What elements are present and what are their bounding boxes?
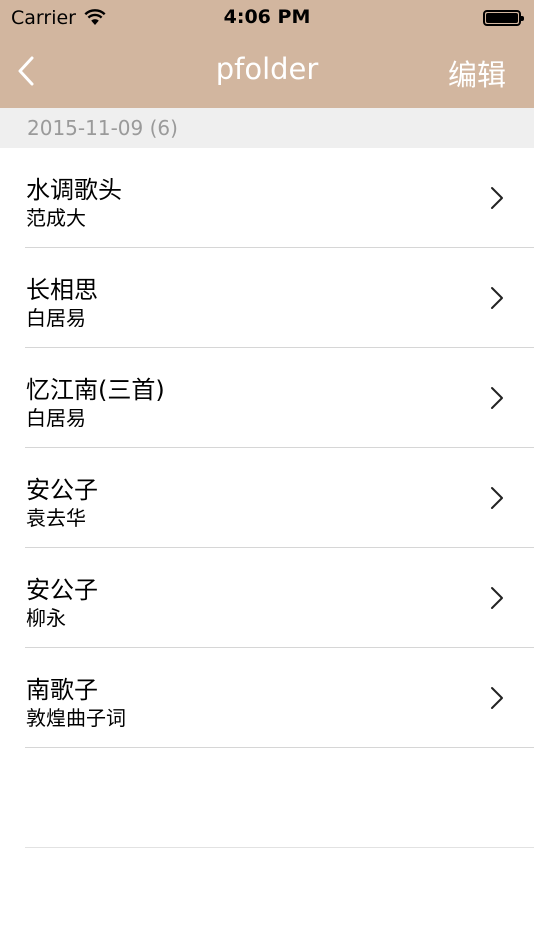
edit-button[interactable]: 编辑	[448, 52, 506, 94]
section-header: 2015-11-09 (6)	[0, 108, 534, 148]
item-title: 水调歌头	[26, 176, 122, 204]
list-item[interactable]: 安公子 柳永	[25, 548, 534, 648]
item-author: 白居易	[26, 306, 86, 330]
chevron-right-icon	[491, 287, 503, 309]
poem-list: 水调歌头 范成大 长相思 白居易 忆江南(三首) 白居易 安公子 袁去华 安公子…	[0, 148, 534, 748]
chevron-right-icon	[491, 387, 503, 409]
status-bar: Carrier 4:06 PM	[0, 0, 534, 38]
list-item[interactable]: 安公子 袁去华	[25, 448, 534, 548]
list-item[interactable]: 长相思 白居易	[25, 248, 534, 348]
item-title: 长相思	[26, 276, 98, 304]
item-title: 安公子	[26, 476, 98, 504]
item-title: 南歌子	[26, 676, 98, 704]
chevron-right-icon	[491, 687, 503, 709]
chevron-right-icon	[491, 187, 503, 209]
item-author: 袁去华	[26, 506, 86, 530]
list-item[interactable]: 忆江南(三首) 白居易	[25, 348, 534, 448]
item-author: 白居易	[26, 406, 86, 430]
item-title: 安公子	[26, 576, 98, 604]
list-item[interactable]: 南歌子 敦煌曲子词	[25, 648, 534, 748]
chevron-right-icon	[491, 587, 503, 609]
item-author: 柳永	[26, 606, 66, 630]
list-item[interactable]: 水调歌头 范成大	[25, 148, 534, 248]
battery-icon	[483, 10, 524, 26]
item-author: 敦煌曲子词	[26, 706, 126, 730]
item-author: 范成大	[26, 206, 86, 230]
section-header-date: 2015-11-09 (6)	[27, 116, 178, 140]
navigation-bar: Carrier 4:06 PM pfolder 编辑	[0, 0, 534, 108]
status-time: 4:06 PM	[223, 6, 311, 28]
empty-list-row	[25, 748, 534, 848]
chevron-right-icon	[491, 487, 503, 509]
item-title: 忆江南(三首)	[26, 376, 165, 404]
